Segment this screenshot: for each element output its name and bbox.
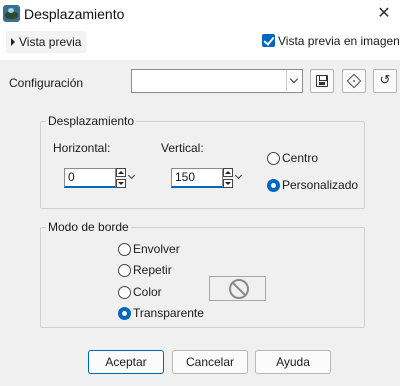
preview-on-image-checkbox[interactable]: Vista previa en imagen bbox=[262, 34, 400, 48]
horizontal-spinner[interactable] bbox=[116, 168, 126, 188]
save-icon bbox=[316, 75, 328, 87]
vertical-label: Vertical: bbox=[161, 141, 204, 155]
checkbox-icon bbox=[262, 34, 275, 47]
spin-down-icon[interactable] bbox=[223, 179, 233, 188]
reset-button[interactable]: ↺ bbox=[373, 69, 397, 93]
close-button[interactable]: ✕ bbox=[368, 0, 400, 28]
expand-arrow-icon bbox=[11, 38, 15, 46]
radio-icon bbox=[118, 264, 131, 277]
reset-icon: ↺ bbox=[379, 72, 391, 87]
config-select[interactable] bbox=[131, 69, 303, 93]
radio-transparent-label: Transparente bbox=[133, 306, 204, 320]
cancel-button[interactable]: Cancelar bbox=[172, 350, 248, 374]
spin-up-icon[interactable] bbox=[116, 168, 126, 177]
radio-color-label: Color bbox=[133, 285, 162, 299]
radio-icon bbox=[118, 243, 131, 256]
help-button[interactable]: Ayuda bbox=[255, 350, 331, 374]
vertical-spinner[interactable] bbox=[223, 168, 233, 188]
radio-center-label: Centro bbox=[282, 151, 319, 165]
horizontal-dropdown-icon[interactable] bbox=[127, 168, 136, 188]
radio-checked-icon bbox=[267, 179, 280, 192]
app-icon bbox=[3, 5, 20, 22]
radio-center[interactable]: Centro bbox=[267, 151, 318, 165]
window-title: Desplazamiento bbox=[24, 6, 125, 22]
dice-icon bbox=[346, 73, 362, 89]
radio-repeat-label: Repetir bbox=[133, 263, 172, 277]
displacement-legend: Desplazamiento bbox=[46, 114, 137, 128]
preview-bar: Vista previa Vista previa en imagen bbox=[0, 28, 400, 56]
radio-checked-icon bbox=[118, 307, 131, 320]
edge-mode-legend: Modo de borde bbox=[46, 220, 131, 234]
preview-toggle[interactable]: Vista previa bbox=[6, 31, 87, 53]
chevron-down-icon[interactable] bbox=[286, 71, 301, 91]
edge-color-swatch[interactable] bbox=[209, 276, 266, 301]
vertical-dropdown-icon[interactable] bbox=[234, 168, 243, 188]
radio-custom[interactable]: Personalizado bbox=[267, 178, 358, 192]
radio-transparent[interactable]: Transparente bbox=[118, 306, 204, 320]
save-preset-button[interactable] bbox=[310, 69, 334, 93]
horizontal-label: Horizontal: bbox=[53, 141, 111, 155]
radio-wrap-label: Envolver bbox=[133, 242, 180, 256]
preview-toggle-label: Vista previa bbox=[19, 35, 82, 49]
radio-repeat[interactable]: Repetir bbox=[118, 263, 172, 277]
randomize-button[interactable] bbox=[342, 69, 366, 93]
spin-down-icon[interactable] bbox=[116, 179, 126, 188]
radio-wrap[interactable]: Envolver bbox=[118, 242, 180, 256]
title-bar: Desplazamiento ✕ bbox=[0, 0, 400, 28]
radio-icon bbox=[267, 152, 280, 165]
displacement-group: Desplazamiento bbox=[40, 114, 365, 209]
radio-custom-label: Personalizado bbox=[282, 178, 359, 192]
ok-button[interactable]: Aceptar bbox=[88, 350, 164, 374]
horizontal-input[interactable]: 0 bbox=[64, 168, 116, 188]
radio-icon bbox=[118, 286, 131, 299]
no-color-icon bbox=[229, 279, 249, 299]
radio-color[interactable]: Color bbox=[118, 285, 162, 299]
vertical-input[interactable]: 150 bbox=[171, 168, 223, 188]
config-label: Configuración bbox=[9, 76, 84, 90]
preview-checkbox-label: Vista previa en imagen bbox=[278, 34, 400, 48]
spin-up-icon[interactable] bbox=[223, 168, 233, 177]
